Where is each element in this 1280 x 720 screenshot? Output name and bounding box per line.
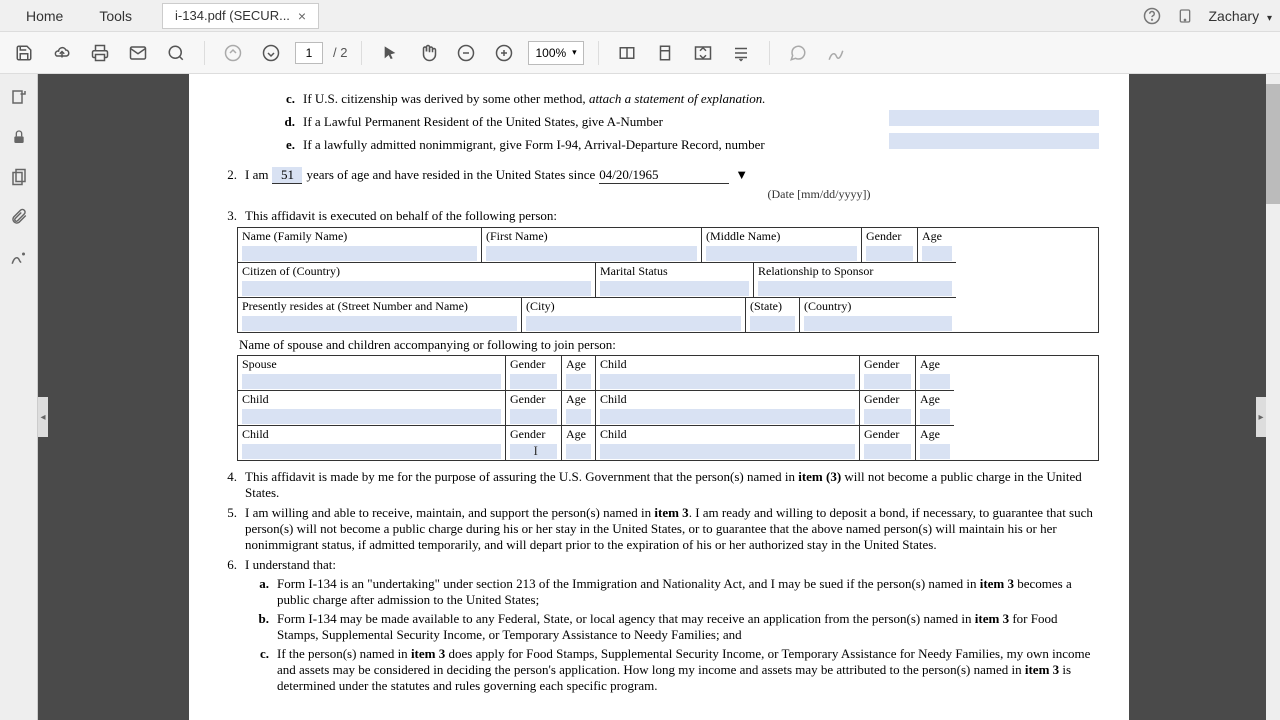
notifications-icon[interactable] [1177, 8, 1193, 24]
sidebar [0, 74, 38, 720]
signature-icon[interactable] [8, 246, 30, 268]
relationship-field[interactable] [758, 281, 952, 296]
gender-field[interactable] [866, 246, 913, 261]
print-icon[interactable] [86, 39, 114, 67]
child2-gender-field[interactable] [510, 409, 557, 424]
family-name-field[interactable] [242, 246, 477, 261]
help-icon[interactable] [1143, 7, 1161, 25]
zoom-select[interactable]: 100% ▾ [528, 41, 583, 65]
page-input[interactable] [295, 42, 323, 64]
comment-icon[interactable] [784, 39, 812, 67]
residence-date-field[interactable]: 04/20/1965 [599, 167, 729, 184]
spouse-name-field[interactable] [242, 374, 501, 389]
attachment-icon[interactable] [8, 206, 30, 228]
pdf-page: c. If U.S. citizenship was derived by so… [189, 74, 1129, 720]
child3-gender-field[interactable] [864, 409, 911, 424]
user-menu[interactable]: Zachary ▾ [1209, 8, 1273, 24]
child5-age-field[interactable] [920, 444, 950, 459]
tools-tab[interactable]: Tools [81, 2, 150, 30]
child5-name-field[interactable] [600, 444, 855, 459]
child1-gender-field[interactable] [864, 374, 911, 389]
next-page-icon[interactable] [257, 39, 285, 67]
zoom-in-icon[interactable] [490, 39, 518, 67]
document-tab-title: i-134.pdf (SECUR... [175, 8, 290, 23]
first-name-field[interactable] [486, 246, 697, 261]
age-table-field[interactable] [922, 246, 952, 261]
scrollbar-thumb[interactable] [1266, 84, 1280, 204]
read-mode-icon[interactable] [689, 39, 717, 67]
lock-icon[interactable] [8, 126, 30, 148]
child1-name-field[interactable] [600, 374, 855, 389]
vertical-scrollbar[interactable] [1266, 74, 1280, 720]
middle-name-field[interactable] [706, 246, 857, 261]
child3-name-field[interactable] [600, 409, 855, 424]
fit-width-icon[interactable] [613, 39, 641, 67]
close-icon[interactable]: × [298, 8, 306, 24]
child1-age-field[interactable] [920, 374, 950, 389]
home-tab[interactable]: Home [8, 2, 81, 30]
scroll-mode-icon[interactable] [727, 39, 755, 67]
country-field[interactable] [804, 316, 952, 331]
city-field[interactable] [526, 316, 741, 331]
child4-gender-field[interactable]: I [510, 444, 557, 459]
clipboard-icon[interactable] [8, 166, 30, 188]
document-area: c. If U.S. citizenship was derived by so… [38, 74, 1280, 720]
marital-field[interactable] [600, 281, 749, 296]
i94-field[interactable] [889, 133, 1099, 149]
citizen-field[interactable] [242, 281, 591, 296]
child2-name-field[interactable] [242, 409, 501, 424]
search-icon[interactable] [162, 39, 190, 67]
spouse-gender-field[interactable] [510, 374, 557, 389]
chevron-down-icon: ▾ [1267, 13, 1272, 24]
street-field[interactable] [242, 316, 517, 331]
cloud-icon[interactable] [48, 39, 76, 67]
sign-icon[interactable] [822, 39, 850, 67]
a-number-field[interactable] [889, 110, 1099, 126]
cursor-icon[interactable] [376, 39, 404, 67]
child3-age-field[interactable] [920, 409, 950, 424]
document-tab[interactable]: i-134.pdf (SECUR... × [162, 3, 319, 29]
child2-age-field[interactable] [566, 409, 591, 424]
prev-page-icon[interactable] [219, 39, 247, 67]
right-panel-toggle[interactable]: ▸ [1256, 397, 1266, 437]
zoom-out-icon[interactable] [452, 39, 480, 67]
child4-name-field[interactable] [242, 444, 501, 459]
chevron-down-icon: ▾ [572, 47, 577, 58]
hand-icon[interactable] [414, 39, 442, 67]
state-field[interactable] [750, 316, 795, 331]
fit-page-icon[interactable] [651, 39, 679, 67]
page-total: / 2 [333, 45, 347, 60]
spouse-age-field[interactable] [566, 374, 591, 389]
age-field[interactable]: 51 [272, 167, 302, 184]
toolbar: / 2 100% ▾ [0, 32, 1280, 74]
title-bar: Home Tools i-134.pdf (SECUR... × Zachary… [0, 0, 1280, 32]
export-icon[interactable] [8, 86, 30, 108]
child5-gender-field[interactable] [864, 444, 911, 459]
child4-age-field[interactable] [566, 444, 591, 459]
mail-icon[interactable] [124, 39, 152, 67]
save-icon[interactable] [10, 39, 38, 67]
date-dropdown-icon[interactable]: ▼ [735, 167, 748, 183]
